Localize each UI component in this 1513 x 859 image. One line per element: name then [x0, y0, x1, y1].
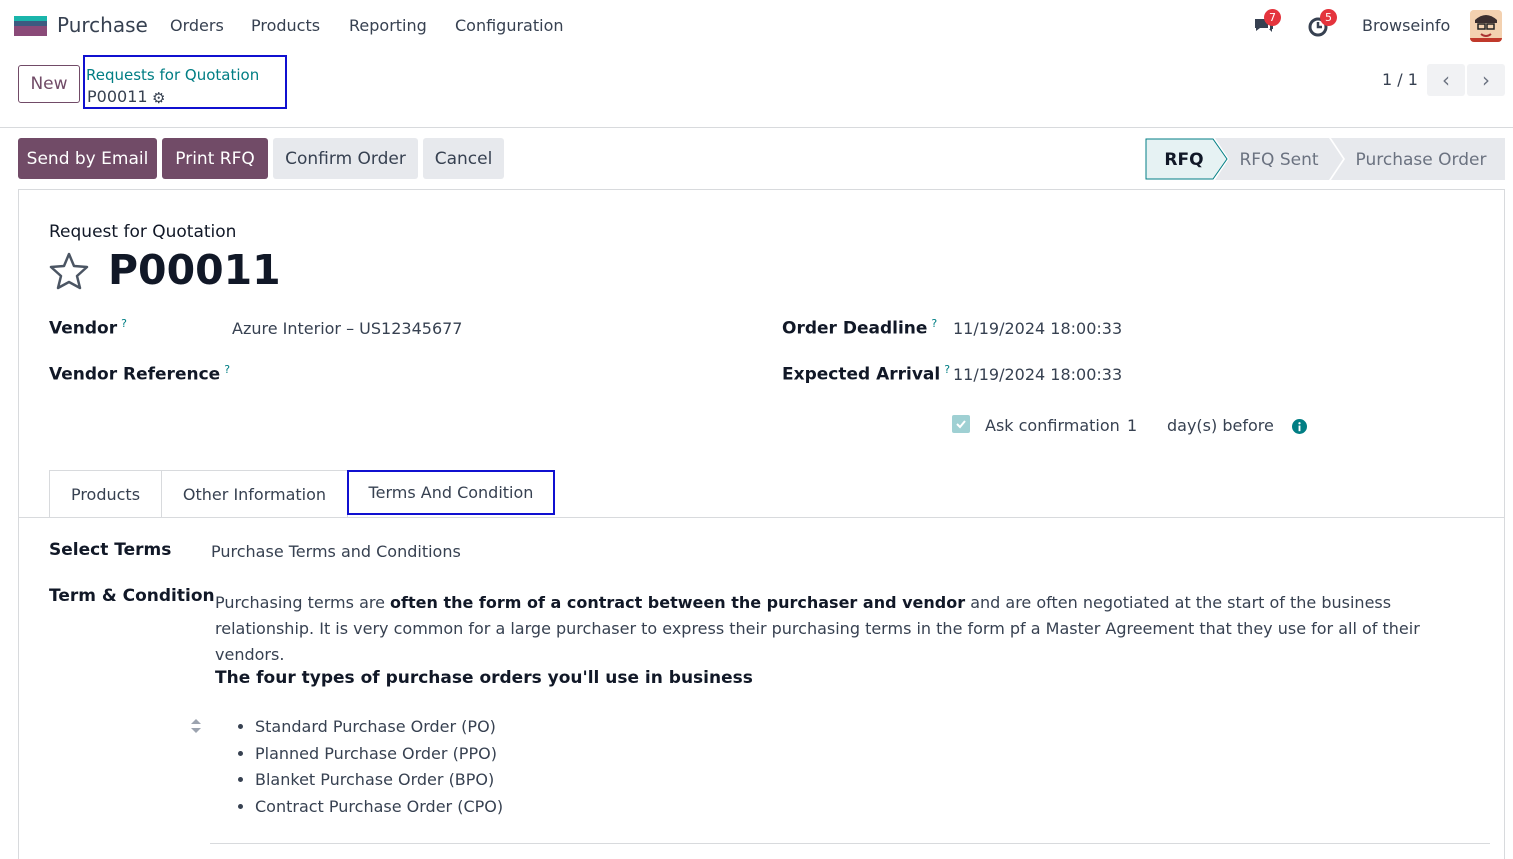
vendor-label: Vendor? — [49, 317, 127, 339]
control-panel: New Requests for Quotation P00011 ⚙ 1 / … — [0, 52, 1513, 128]
order-deadline-label: Order Deadline? — [782, 317, 938, 339]
activities-badge: 5 — [1320, 9, 1337, 26]
cancel-button[interactable]: Cancel — [423, 138, 504, 179]
confirm-order-button[interactable]: Confirm Order — [273, 138, 418, 179]
pager-previous-button[interactable]: ‹ — [1427, 64, 1465, 96]
ask-confirmation-days-field[interactable]: 1 — [1127, 416, 1137, 435]
top-navbar: Purchase Orders Products Reporting Confi… — [0, 0, 1513, 52]
info-icon[interactable] — [1292, 419, 1307, 434]
days-before-label: day(s) before — [1167, 416, 1274, 435]
document-name: P00011 — [108, 246, 281, 294]
term-condition-label: Term & Condition — [49, 586, 215, 606]
help-tooltip-icon[interactable]: ? — [121, 317, 127, 330]
vendor-reference-field[interactable] — [232, 362, 732, 388]
gear-icon[interactable]: ⚙ — [152, 89, 165, 107]
tab-other-information[interactable]: Other Information — [161, 470, 348, 517]
list-item[interactable]: Planned Purchase Order (PPO) — [255, 741, 503, 768]
list-item[interactable]: Blanket Purchase Order (BPO) — [255, 767, 503, 794]
app-logo-icon[interactable] — [14, 16, 47, 36]
vendor-field[interactable]: Azure Interior – US12345677 — [232, 319, 462, 338]
help-tooltip-icon[interactable]: ? — [944, 363, 950, 376]
list-item[interactable]: Contract Purchase Order (CPO) — [255, 794, 503, 821]
send-by-email-button[interactable]: Send by Email — [18, 138, 157, 179]
status-step-purchase-order[interactable]: Purchase Order — [1356, 150, 1487, 170]
app-name[interactable]: Purchase — [57, 13, 148, 37]
menu-configuration[interactable]: Configuration — [455, 16, 564, 35]
print-rfq-button[interactable]: Print RFQ — [162, 138, 268, 179]
terms-heading[interactable]: The four types of purchase orders you'll… — [215, 668, 753, 688]
vendor-reference-label: Vendor Reference? — [49, 363, 231, 385]
tab-terms-and-condition[interactable]: Terms And Condition — [347, 470, 555, 515]
status-step-rfq[interactable]: RFQ — [1164, 150, 1203, 170]
editor-bottom-border — [210, 843, 1490, 844]
breadcrumb-parent-link[interactable]: Requests for Quotation — [86, 66, 259, 84]
terms-list[interactable]: Standard Purchase Order (PO) Planned Pur… — [235, 714, 503, 820]
chevron-right-icon: › — [1482, 68, 1490, 92]
tab-products[interactable]: Products — [49, 470, 162, 517]
ask-confirmation-checkbox[interactable] — [952, 415, 970, 433]
menu-products[interactable]: Products — [251, 16, 320, 35]
company-name[interactable]: Browseinfo — [1362, 16, 1450, 35]
user-avatar[interactable] — [1470, 10, 1502, 42]
pager-value[interactable]: 1 / 1 — [1382, 70, 1418, 89]
select-terms-field[interactable]: Purchase Terms and Conditions — [211, 542, 461, 561]
checkmark-icon — [956, 420, 966, 429]
drag-handle-icon[interactable] — [190, 718, 202, 734]
chevron-left-icon: ‹ — [1442, 68, 1450, 92]
messages-icon[interactable]: 7 — [1252, 9, 1281, 38]
messages-badge: 7 — [1264, 9, 1281, 26]
order-deadline-field[interactable]: 11/19/2024 18:00:33 — [953, 319, 1122, 338]
menu-orders[interactable]: Orders — [170, 16, 224, 35]
new-button[interactable]: New — [18, 65, 80, 103]
ask-confirmation-label: Ask confirmation — [985, 416, 1120, 435]
terms-paragraph[interactable]: Purchasing terms are often the form of a… — [215, 590, 1485, 668]
menu-reporting[interactable]: Reporting — [349, 16, 427, 35]
breadcrumb-current: P00011 — [87, 87, 148, 106]
help-tooltip-icon[interactable]: ? — [931, 317, 937, 330]
star-icon[interactable] — [49, 252, 89, 290]
list-item[interactable]: Standard Purchase Order (PO) — [255, 714, 503, 741]
status-step-rfq-sent[interactable]: RFQ Sent — [1239, 150, 1318, 170]
expected-arrival-label: Expected Arrival? — [782, 363, 951, 385]
status-bar: Send by Email Print RFQ Confirm Order Ca… — [0, 128, 1513, 188]
pager-next-button[interactable]: › — [1467, 64, 1505, 96]
help-tooltip-icon[interactable]: ? — [224, 363, 230, 376]
activities-clock-icon[interactable]: 5 — [1308, 9, 1337, 38]
tabs-divider — [18, 517, 1505, 518]
expected-arrival-field[interactable]: 11/19/2024 18:00:33 — [953, 365, 1122, 384]
document-type-label: Request for Quotation — [49, 222, 237, 242]
status-steps: RFQ RFQ Sent Purchase Order — [1145, 138, 1505, 180]
select-terms-label: Select Terms — [49, 540, 172, 560]
